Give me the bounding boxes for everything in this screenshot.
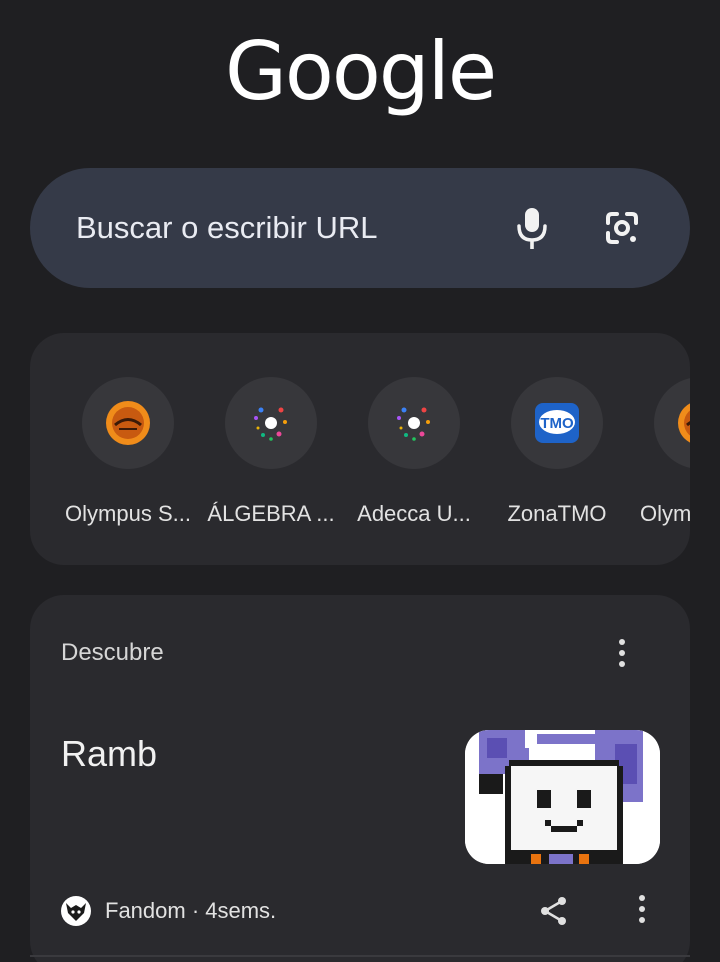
shortcut-label: ZonaTMO — [507, 501, 607, 526]
shortcut-label: Adecca U... — [357, 501, 471, 526]
more-vert-icon[interactable] — [617, 639, 627, 673]
shortcut-olympus[interactable]: Olympus S... — [53, 377, 203, 527]
shortcut-icon-circle — [82, 377, 174, 469]
share-icon[interactable] — [538, 895, 570, 927]
shortcut-label: Olym — [640, 501, 690, 526]
article-source-row: Fandom · 4sems. — [61, 895, 276, 927]
search-bar[interactable]: Buscar o escribir URL — [30, 168, 690, 288]
google-lens-icon[interactable] — [602, 208, 642, 248]
article-thumbnail[interactable] — [465, 730, 660, 864]
article-source: Fandom · 4sems. — [105, 898, 277, 923]
shortcut-icon-circle — [368, 377, 460, 469]
shortcuts-card: Olympus S... ÁLGEBRA ... Adecca U... TMO… — [30, 333, 690, 565]
shortcut-algebra[interactable]: ÁLGEBRA ... — [196, 377, 346, 527]
tmo-logo-icon: TMO — [535, 403, 579, 443]
shortcut-adecca[interactable]: Adecca U... — [339, 377, 489, 527]
shortcut-icon-circle — [225, 377, 317, 469]
olympus-logo-icon — [106, 401, 150, 445]
olympus-logo-icon — [678, 403, 690, 443]
shortcut-icon-circle: TMO — [511, 377, 603, 469]
microphone-icon[interactable] — [514, 206, 550, 250]
discover-heading: Descubre — [61, 639, 164, 666]
new-tab-page: Google Buscar o escribir URL Olympus S..… — [0, 0, 720, 962]
shortcut-olympus-2[interactable]: Olym — [625, 377, 690, 527]
divider — [30, 955, 690, 957]
search-placeholder[interactable]: Buscar o escribir URL — [76, 168, 377, 288]
svg-text:TMO: TMO — [540, 415, 574, 432]
shortcut-icon-circle — [654, 377, 690, 469]
sparkle-icon — [397, 407, 430, 441]
fandom-logo-icon — [61, 896, 91, 926]
shortcut-zonatmo[interactable]: TMO ZonaTMO — [482, 377, 632, 527]
shortcut-label: Olympus S... — [65, 501, 191, 526]
google-logo: Google — [224, 25, 497, 118]
article-title[interactable]: Ramb — [61, 733, 157, 775]
more-vert-icon[interactable] — [637, 895, 647, 929]
shortcut-label: ÁLGEBRA ... — [207, 501, 335, 526]
discover-card: Descubre Ramb Fandom · 4sems. — [30, 595, 690, 962]
sparkle-icon — [254, 407, 287, 441]
pixel-character-image — [465, 730, 660, 864]
